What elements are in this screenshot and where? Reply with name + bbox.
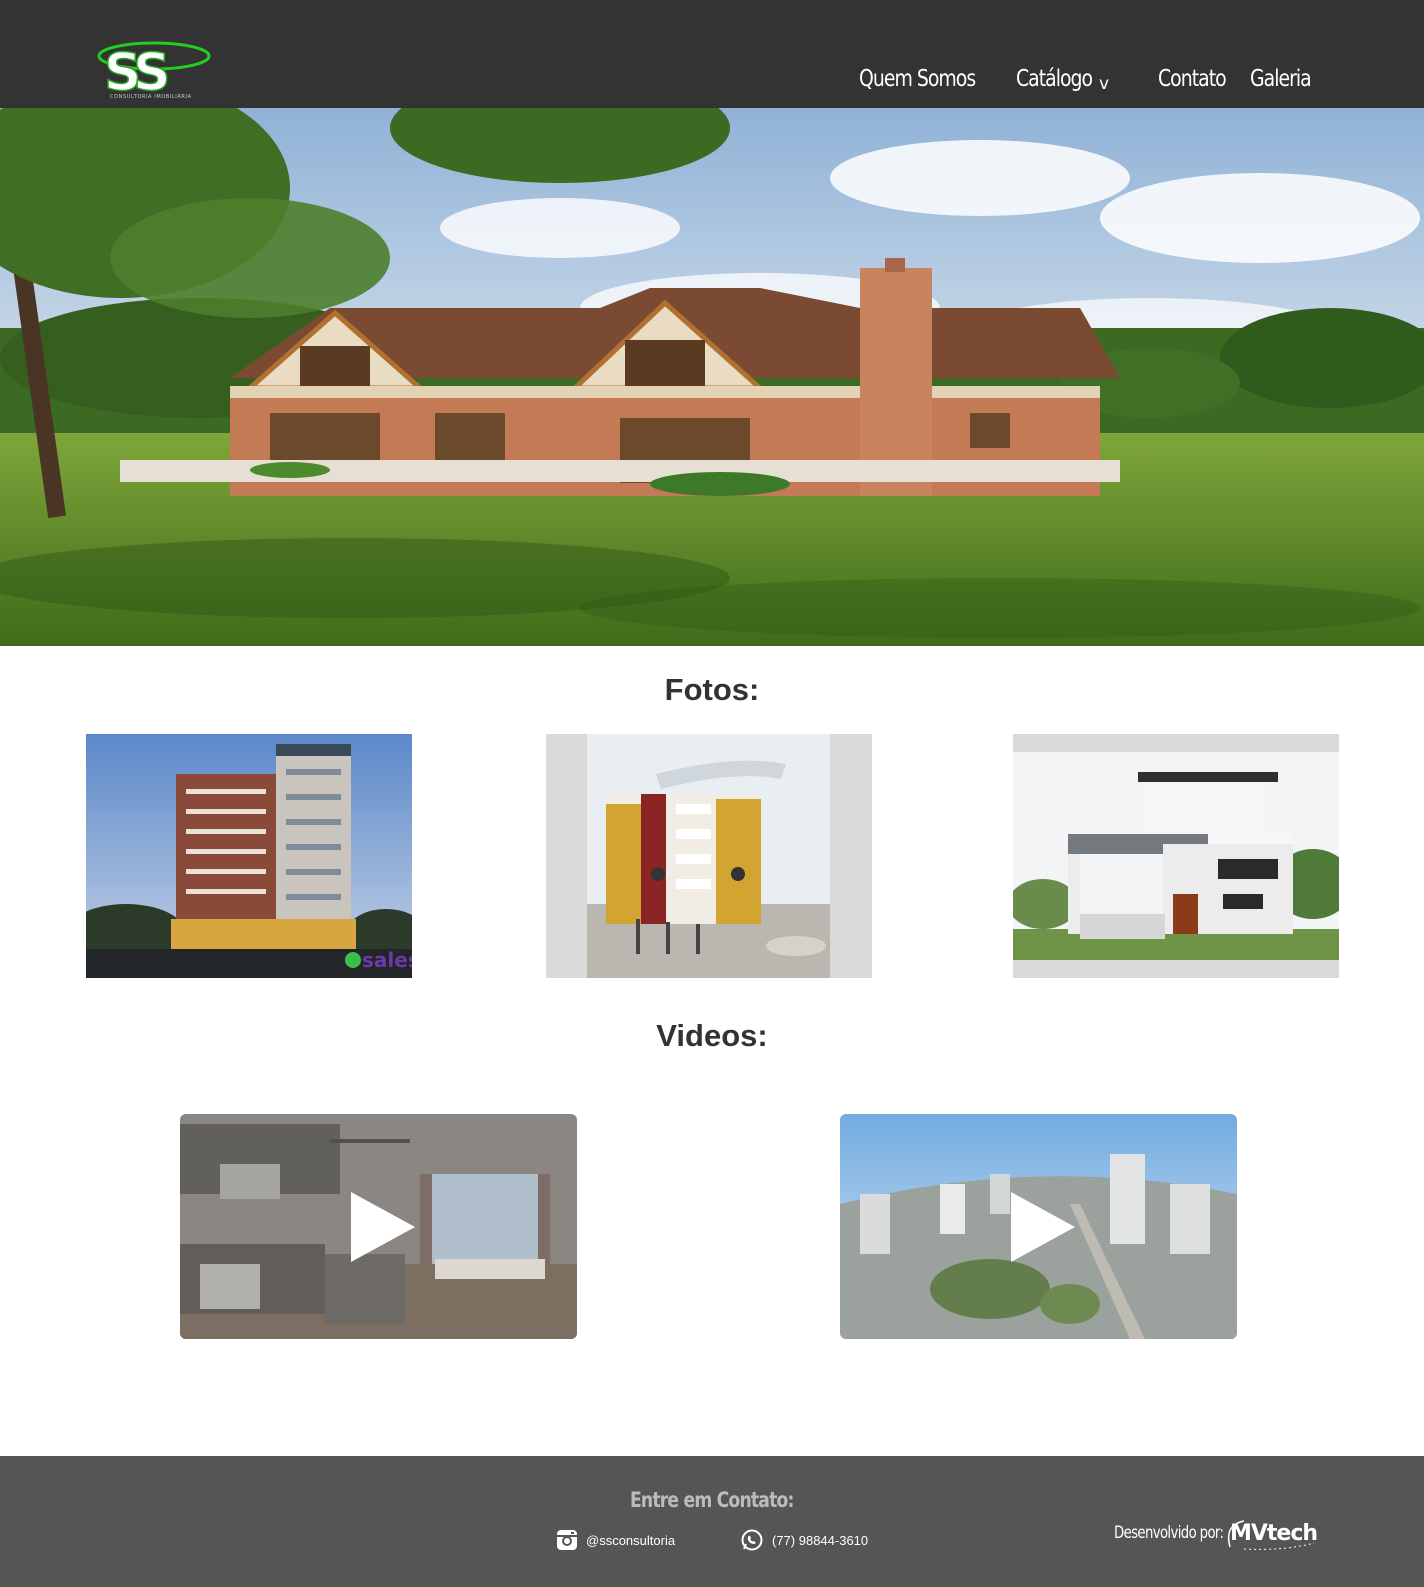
nav-galeria[interactable]: Galeria	[1250, 66, 1312, 92]
site-footer: Entre em Contato: @ssconsultoria (77) 98…	[0, 1456, 1424, 1587]
whatsapp-link[interactable]: (77) 98844-3610	[740, 1528, 868, 1552]
instagram-link[interactable]: @ssconsultoria	[556, 1528, 675, 1552]
apartment-tower-photo: sales	[86, 734, 412, 978]
photo-modern-building[interactable]	[546, 734, 872, 978]
site-header: SS CONSULTORIA IMOBILIÁRIA Quem Somos Ca…	[0, 0, 1424, 108]
developer-credit[interactable]: Desenvolvido por: MVtech	[1114, 1513, 1318, 1553]
videos-title: Videos:	[656, 1018, 768, 1053]
instagram-handle: @ssconsultoria	[586, 1532, 676, 1548]
whatsapp-phone: (77) 98844-3610	[772, 1532, 869, 1548]
modern-building-photo	[546, 734, 872, 978]
footer-title-text: Entre em Contato:	[630, 1488, 794, 1512]
nav-catalogo[interactable]: Catálogo	[1016, 66, 1093, 92]
video-kitchen-interior[interactable]	[180, 1114, 577, 1339]
photo-white-house[interactable]	[1013, 734, 1339, 978]
fotos-title: Fotos:	[664, 672, 760, 707]
play-icon[interactable]	[350, 1191, 421, 1262]
sales-watermark: sales	[362, 948, 412, 972]
instagram-icon	[557, 1530, 577, 1550]
main-nav: Quem Somos Catálogo v Contato Galeria	[0, 66, 1424, 98]
hero-banner	[0, 108, 1424, 646]
photo-apartment-tower[interactable]: sales	[86, 734, 412, 978]
play-icon[interactable]	[1010, 1191, 1081, 1262]
video-aerial-city[interactable]	[840, 1114, 1237, 1339]
footer-title: Entre em Contato:	[0, 1488, 1424, 1512]
mvtech-logo: MVtech	[1227, 1519, 1318, 1550]
developed-by-label: Desenvolvido por:	[1114, 1523, 1224, 1543]
nav-contato[interactable]: Contato	[1158, 66, 1227, 92]
whatsapp-icon	[741, 1529, 763, 1551]
country-house-photo	[0, 108, 1424, 646]
white-house-photo	[1013, 734, 1339, 978]
chevron-down-icon[interactable]: v	[1099, 74, 1109, 94]
nav-quem-somos[interactable]: Quem Somos	[859, 66, 976, 92]
mvtech-logo-text: MVtech	[1230, 1520, 1318, 1546]
